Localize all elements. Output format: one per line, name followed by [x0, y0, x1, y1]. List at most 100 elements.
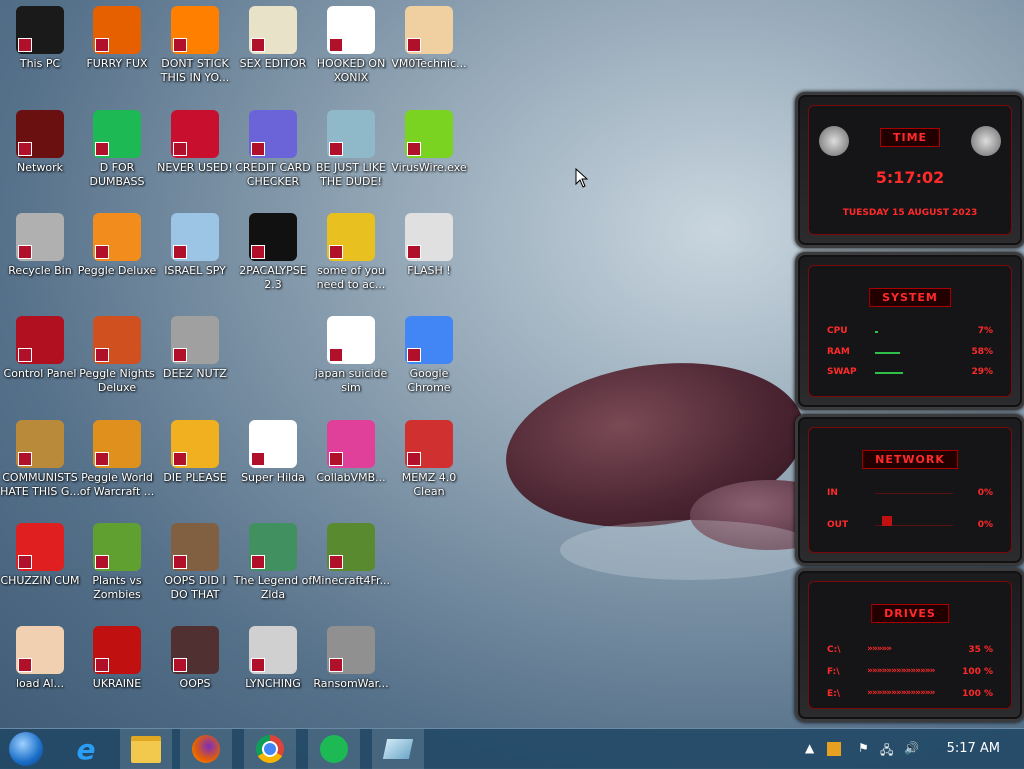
- desktop-icon[interactable]: MEMZ 4.0 Clean: [389, 420, 469, 499]
- desktop-icon[interactable]: DIE PLEASE: [155, 420, 235, 485]
- taskbar-chrome[interactable]: [244, 729, 296, 769]
- drive-c-row: C:\ »»»»» 35 %: [827, 644, 993, 655]
- desktop-icon[interactable]: CHUZZIN CUM: [0, 523, 80, 588]
- desktop-icon[interactable]: SEX EDITOR: [233, 6, 313, 71]
- shortcut-badge-icon: [18, 658, 32, 672]
- desktop-icon[interactable]: VM0Technic...: [389, 6, 469, 71]
- desktop-icon-label: Control Panel: [3, 367, 77, 380]
- desktop-icon[interactable]: OOPS: [155, 626, 235, 691]
- desktop-icon-label: Minecraft4Fr...: [311, 574, 391, 587]
- shortcut-badge-icon: [18, 452, 32, 466]
- desktop-icon-label: ISRAEL SPY: [164, 264, 226, 277]
- desktop-icon[interactable]: Network: [0, 110, 80, 175]
- de-icon: [171, 420, 219, 468]
- shortcut-badge-icon: [173, 555, 187, 569]
- desktop-icon[interactable]: Minecraft4Fr...: [311, 523, 391, 588]
- tray-app-icon[interactable]: [827, 742, 841, 756]
- drive-f-row: F:\ »»»»»»»»»»»»»» 100 %: [827, 666, 993, 677]
- network-icon: [16, 110, 64, 158]
- memz-icon: [405, 420, 453, 468]
- shortcut-badge-icon: [173, 245, 187, 259]
- desktop-icon-label: UKRAINE: [92, 677, 142, 690]
- network-widget-panel: NETWORK IN 0% OUT 0%: [808, 427, 1012, 553]
- show-hidden-icons-icon[interactable]: ▲: [805, 741, 814, 755]
- desktop-icon-label: load Al...: [15, 677, 65, 690]
- start-button[interactable]: [0, 729, 52, 769]
- desktop-icon[interactable]: japan suicide sim: [311, 316, 391, 395]
- desktop-icon[interactable]: The Legend of Zlda: [233, 523, 313, 602]
- desktop-icon[interactable]: NEVER USED!: [155, 110, 235, 175]
- pvz-icon: [93, 523, 141, 571]
- spotify-icon: [320, 735, 348, 763]
- taskbar-spotify[interactable]: [308, 729, 360, 769]
- desktop-icon[interactable]: Control Panel: [0, 316, 80, 381]
- desktop-icon[interactable]: 2PACALYPSE 2.3: [233, 213, 313, 292]
- time-widget[interactable]: TIME 5:17:02 TUESDAY 15 AUGUST 2023: [795, 92, 1024, 248]
- alien-head-icon: [971, 126, 1001, 156]
- network-widget[interactable]: NETWORK IN 0% OUT 0%: [795, 414, 1024, 566]
- desktop-icon-label: HOOKED ON XONIX: [316, 57, 386, 84]
- shortcut-badge-icon: [329, 452, 343, 466]
- date-display: TUESDAY 15 AUGUST 2023: [842, 208, 978, 218]
- taskbar-clock[interactable]: 5:17 AM: [947, 741, 1000, 756]
- desktop-icon-label: OOPS: [179, 677, 211, 690]
- peggle-wow-icon: [93, 420, 141, 468]
- desktop-icon[interactable]: OOPS DID I DO THAT: [155, 523, 235, 602]
- desktop-icon[interactable]: LYNCHING: [233, 626, 313, 691]
- desktop-icon[interactable]: UKRAINE: [77, 626, 157, 691]
- desktop-icon-label: Super Hilda: [241, 471, 305, 484]
- desktop-icon[interactable]: D FOR DUMBASS: [77, 110, 157, 189]
- network-tray-icon[interactable]: 🖧: [880, 741, 893, 762]
- shortcut-badge-icon: [95, 348, 109, 362]
- desktop-icon-label: BE JUST LIKE THE DUDE!: [315, 161, 387, 188]
- desktop-icon[interactable]: Recycle Bin: [0, 213, 80, 278]
- desktop-icon[interactable]: RansomWar...: [311, 626, 391, 691]
- santa-icon: [327, 110, 375, 158]
- xonix-icon: [327, 6, 375, 54]
- dog-icon: [327, 213, 375, 261]
- desktop-icon[interactable]: DEEZ NUTZ: [155, 316, 235, 381]
- desktop-icon[interactable]: This PC: [0, 6, 80, 71]
- taskbar-app[interactable]: [372, 729, 424, 769]
- desktop-icon[interactable]: DONT STICK THIS IN YO...: [155, 6, 235, 85]
- drive-e-label: E:\: [827, 689, 841, 699]
- net-out-label: OUT: [827, 520, 849, 530]
- desktop-icon[interactable]: HOOKED ON XONIX: [311, 6, 391, 85]
- desktop-icon[interactable]: VirusWire.exe: [389, 110, 469, 175]
- computer-icon: [16, 6, 64, 54]
- flag-icon[interactable]: ⚑: [858, 741, 869, 755]
- desktop-icon[interactable]: Super Hilda: [233, 420, 313, 485]
- credit-card-icon: [249, 110, 297, 158]
- desktop-icon-label: CollabVMB...: [316, 471, 386, 484]
- desktop-icon[interactable]: BE JUST LIKE THE DUDE!: [311, 110, 391, 189]
- taskbar-firefox[interactable]: [180, 729, 232, 769]
- net-in-row: IN 0%: [827, 488, 993, 498]
- taskbar-ie[interactable]: e: [60, 729, 112, 769]
- desktop-icon[interactable]: CollabVMB...: [311, 420, 391, 485]
- desktop-icon[interactable]: CREDIT CARD CHECKER: [233, 110, 313, 189]
- desktop-icon[interactable]: COMMUNISTS HATE THIS G...: [0, 420, 80, 499]
- volume-icon[interactable]: 🔊: [904, 741, 919, 755]
- desktop-icon[interactable]: FURRY FUX: [77, 6, 157, 71]
- desktop-icon[interactable]: Peggle Deluxe: [77, 213, 157, 278]
- system-widget[interactable]: SYSTEM CPU 7% RAM 58% SWAP 29%: [795, 252, 1024, 410]
- desktop-icon[interactable]: FLASH !: [389, 213, 469, 278]
- drive-f-bar: »»»»»»»»»»»»»»: [867, 666, 935, 676]
- desktop-icon[interactable]: load Al...: [0, 626, 80, 691]
- shortcut-badge-icon: [173, 452, 187, 466]
- desktop-icon[interactable]: Google Chrome: [389, 316, 469, 395]
- cpu-label: CPU: [827, 326, 848, 336]
- desktop-icon-label: CREDIT CARD CHECKER: [235, 161, 311, 188]
- desktop-icon-label: VirusWire.exe: [391, 161, 467, 174]
- desktop-icon-label: Peggle World of Warcraft ...: [79, 471, 155, 498]
- desktop-icon[interactable]: Plants vs Zombies: [77, 523, 157, 602]
- desktop-icon[interactable]: Peggle World of Warcraft ...: [77, 420, 157, 499]
- desktop-icon[interactable]: some of you need to ac...: [311, 213, 391, 292]
- taskbar-file-explorer[interactable]: [120, 729, 172, 769]
- shortcut-badge-icon: [173, 38, 187, 52]
- windows-stack-icon: [171, 316, 219, 364]
- desktop-icon[interactable]: Peggle Nights Deluxe: [77, 316, 157, 395]
- desktop-icon-label: RansomWar...: [313, 677, 389, 690]
- desktop-icon[interactable]: ISRAEL SPY: [155, 213, 235, 278]
- drives-widget[interactable]: DRIVES C:\ »»»»» 35 % F:\ »»»»»»»»»»»»»»…: [795, 568, 1024, 722]
